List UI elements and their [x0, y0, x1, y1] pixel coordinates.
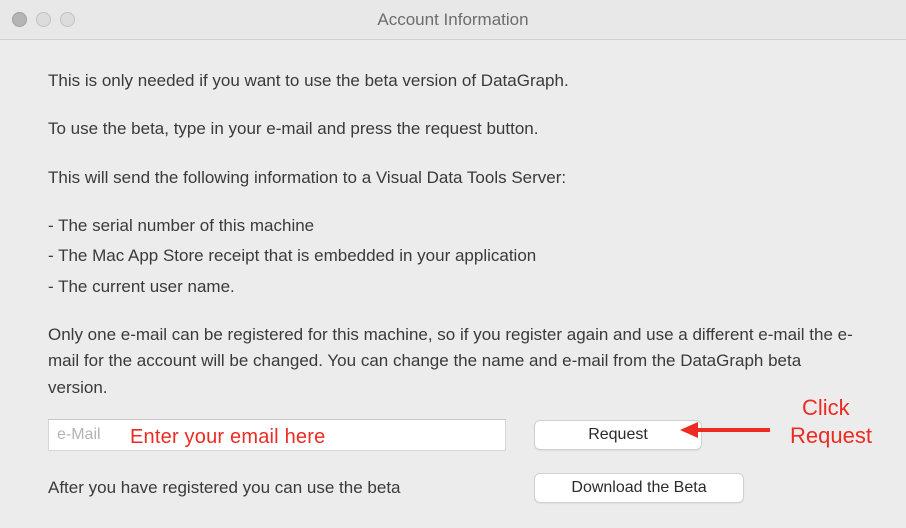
- instruction-text-3: Only one e-mail can be registered for th…: [48, 322, 858, 401]
- info-list-item-1: - The serial number of this machine: [48, 213, 858, 239]
- after-registered-label: After you have registered you can use th…: [48, 475, 506, 501]
- content-area: This is only needed if you want to use t…: [0, 40, 906, 523]
- info-list-item-2: - The Mac App Store receipt that is embe…: [48, 243, 858, 269]
- instruction-text-2: This will send the following information…: [48, 165, 858, 191]
- download-beta-button[interactable]: Download the Beta: [534, 473, 744, 503]
- close-icon[interactable]: [12, 12, 27, 27]
- email-field[interactable]: [48, 419, 506, 451]
- email-row: Enter your email here Request: [48, 419, 858, 451]
- window-titlebar: Account Information: [0, 0, 906, 40]
- email-field-wrap: Enter your email here: [48, 419, 506, 451]
- request-button[interactable]: Request: [534, 420, 702, 450]
- download-row: After you have registered you can use th…: [48, 473, 858, 503]
- window-title: Account Information: [0, 10, 906, 30]
- zoom-icon[interactable]: [60, 12, 75, 27]
- info-list-item-3: - The current user name.: [48, 274, 858, 300]
- minimize-icon[interactable]: [36, 12, 51, 27]
- instruction-text-1: To use the beta, type in your e-mail and…: [48, 116, 858, 142]
- traffic-lights: [0, 12, 75, 27]
- intro-text: This is only needed if you want to use t…: [48, 68, 858, 94]
